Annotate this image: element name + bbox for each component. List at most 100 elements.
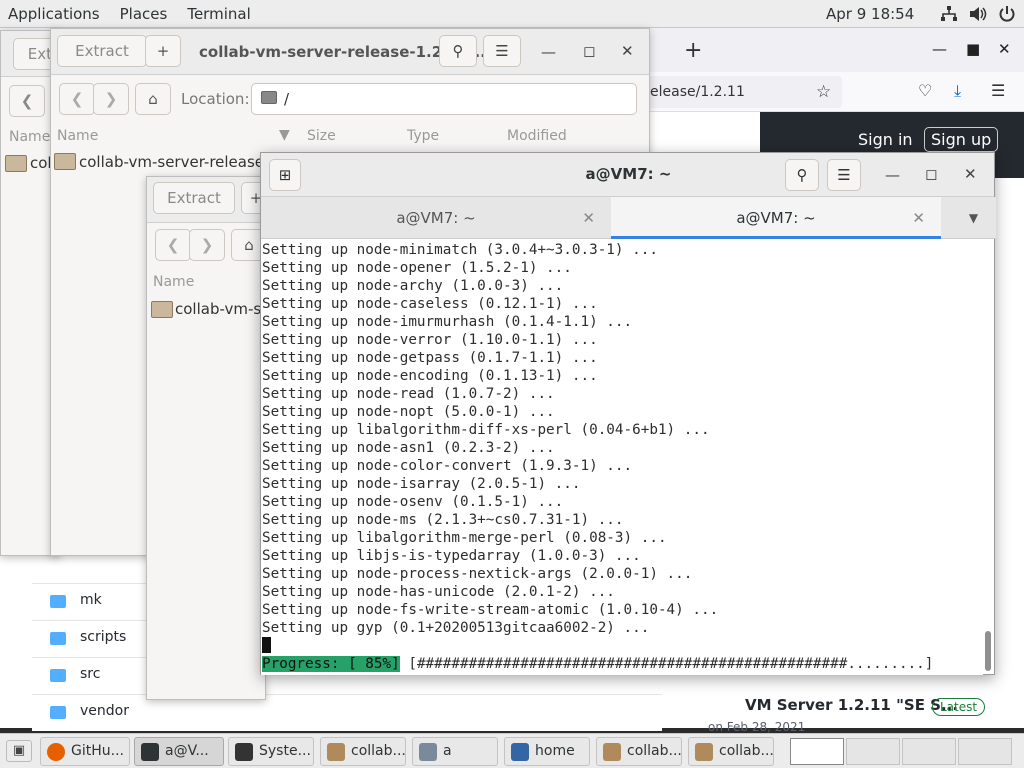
terminal-output[interactable]: Setting up node-minimatch (3.0.4+~3.0.3-…: [261, 239, 983, 675]
task-label: a: [443, 743, 452, 759]
size-column-header[interactable]: Size: [307, 128, 336, 144]
taskbar-item-system-monitor[interactable]: Syste...: [228, 737, 314, 766]
tabs-dropdown-icon[interactable]: ▼: [951, 197, 996, 239]
sign-up-button[interactable]: Sign up: [924, 127, 999, 152]
terminal-line: Setting up node-has-unicode (2.0.1-2) ..…: [262, 584, 615, 600]
terminal-line: Setting up node-minimatch (3.0.4+~3.0.3-…: [262, 242, 658, 258]
search-icon[interactable]: ⚲: [785, 159, 819, 191]
folder-icon: [54, 153, 76, 170]
location-field[interactable]: /: [251, 83, 637, 115]
back-button[interactable]: ❮: [155, 229, 191, 261]
hamburger-menu-icon[interactable]: ☰: [991, 81, 1005, 100]
taskbar-item-archive[interactable]: collab...: [320, 737, 406, 766]
tab-label: a@VM7: ~: [736, 209, 816, 227]
terminal-menu[interactable]: Terminal: [177, 0, 260, 28]
terminal-line: Setting up node-color-convert (1.9.3-1) …: [262, 458, 633, 474]
folder-icon: [50, 632, 66, 645]
folder-item[interactable]: collab-vm-se: [175, 300, 270, 318]
system-tray[interactable]: [940, 0, 1016, 28]
taskbar: ▣ GitHu... a@V... Syste... collab... a h…: [0, 733, 1024, 768]
network-icon[interactable]: [940, 5, 958, 23]
progress-bar: [#######################################…: [399, 656, 934, 672]
show-desktop-icon[interactable]: ▣: [6, 740, 32, 762]
browser-close-icon[interactable]: ✕: [998, 40, 1011, 58]
taskbar-item-terminal[interactable]: a@V...: [134, 737, 224, 766]
menu-icon[interactable]: ☰: [827, 159, 861, 191]
applications-menu[interactable]: Applications: [0, 0, 110, 28]
list-item[interactable]: vendor: [32, 694, 662, 731]
file-name[interactable]: scripts: [80, 629, 126, 645]
workspace-1[interactable]: [790, 738, 844, 765]
file-name[interactable]: mk: [80, 592, 102, 608]
folder-icon: [261, 91, 277, 104]
menu-icon[interactable]: ☰: [483, 35, 521, 67]
folder-item[interactable]: col: [30, 154, 52, 172]
sign-in-link[interactable]: Sign in: [858, 130, 913, 149]
task-label: a@V...: [165, 743, 209, 759]
extract-button[interactable]: Extract: [153, 182, 235, 214]
bookmark-star-icon[interactable]: ☆: [816, 82, 831, 102]
maximize-icon[interactable]: ◻: [925, 165, 937, 183]
back-button[interactable]: ❮: [59, 83, 95, 115]
new-tab-button[interactable]: +: [684, 38, 702, 63]
terminal-line: Setting up node-verror (1.10.0-1.1) ...: [262, 332, 598, 348]
terminal-tab[interactable]: a@VM7: ~ ✕: [261, 197, 611, 239]
close-icon[interactable]: ✕: [964, 165, 977, 183]
clock[interactable]: Apr 9 18:54: [826, 0, 914, 28]
type-column-header[interactable]: Type: [407, 128, 439, 144]
terminal-tab-active[interactable]: a@VM7: ~ ✕: [611, 197, 941, 239]
sort-arrow-icon[interactable]: ▼: [279, 127, 290, 143]
places-menu[interactable]: Places: [110, 0, 178, 28]
scrollbar[interactable]: [985, 631, 991, 671]
home-icon[interactable]: ⌂: [135, 83, 171, 115]
terminal-line: Setting up libalgorithm-diff-xs-perl (0.…: [262, 422, 710, 438]
terminal-line: Setting up node-osenv (0.1.5-1) ...: [262, 494, 564, 510]
taskbar-item-home[interactable]: home: [504, 737, 590, 766]
system-monitor-icon: [235, 743, 253, 761]
top-panel: Applications Places Terminal Apr 9 18:54: [0, 0, 1024, 28]
browser-maximize-icon[interactable]: ■: [966, 40, 980, 58]
downloads-icon[interactable]: ⤓: [954, 81, 961, 101]
power-icon[interactable]: [998, 5, 1016, 23]
file-name[interactable]: vendor: [80, 703, 129, 719]
tab-label: a@VM7: ~: [396, 209, 476, 227]
pocket-icon[interactable]: ♡: [918, 81, 932, 100]
add-button[interactable]: +: [145, 35, 181, 67]
folder-icon: [50, 595, 66, 608]
maximize-icon[interactable]: ◻: [583, 42, 595, 60]
name-column-header[interactable]: Name: [153, 274, 194, 290]
file-name[interactable]: src: [80, 666, 100, 682]
terminal-line: Setting up node-read (1.0.7-2) ...: [262, 386, 555, 402]
browser-minimize-icon[interactable]: —: [932, 40, 947, 58]
tab-close-icon[interactable]: ✕: [912, 197, 925, 239]
close-icon[interactable]: ✕: [621, 42, 634, 60]
name-column-header[interactable]: Name: [57, 128, 98, 144]
folder-item[interactable]: collab-vm-server-release-1: [79, 153, 279, 171]
task-label: collab...: [627, 743, 682, 759]
terminal-line: Setting up node-encoding (0.1.13-1) ...: [262, 368, 598, 384]
latest-badge: Latest: [932, 698, 986, 716]
taskbar-item-a[interactable]: a: [412, 737, 498, 766]
workspace-2[interactable]: [846, 738, 900, 765]
volume-icon[interactable]: [968, 5, 988, 23]
minimize-icon[interactable]: —: [885, 166, 900, 184]
modified-column-header[interactable]: Modified: [507, 128, 567, 144]
taskbar-item-firefox[interactable]: GitHu...: [40, 737, 130, 766]
url-bar[interactable]: elease/1.2.11: [620, 76, 842, 108]
tab-close-icon[interactable]: ✕: [582, 197, 595, 239]
forward-button[interactable]: ❯: [93, 83, 129, 115]
workspace-4[interactable]: [958, 738, 1012, 765]
taskbar-item-archive[interactable]: collab...: [688, 737, 774, 766]
folder-icon: [50, 706, 66, 719]
taskbar-item-archive[interactable]: collab...: [596, 737, 682, 766]
back-button[interactable]: ❮: [9, 85, 45, 117]
minimize-icon[interactable]: —: [541, 43, 556, 61]
search-icon[interactable]: ⚲: [439, 35, 477, 67]
forward-button[interactable]: ❯: [189, 229, 225, 261]
workspace-3[interactable]: [902, 738, 956, 765]
archive-icon: [695, 743, 713, 761]
extract-button[interactable]: Extract: [57, 35, 147, 67]
name-column-header[interactable]: Name: [9, 129, 50, 145]
terminal-line: Setting up node-fs-write-stream-atomic (…: [262, 602, 719, 618]
release-title[interactable]: VM Server 1.2.11 "SE S...: [745, 696, 958, 714]
